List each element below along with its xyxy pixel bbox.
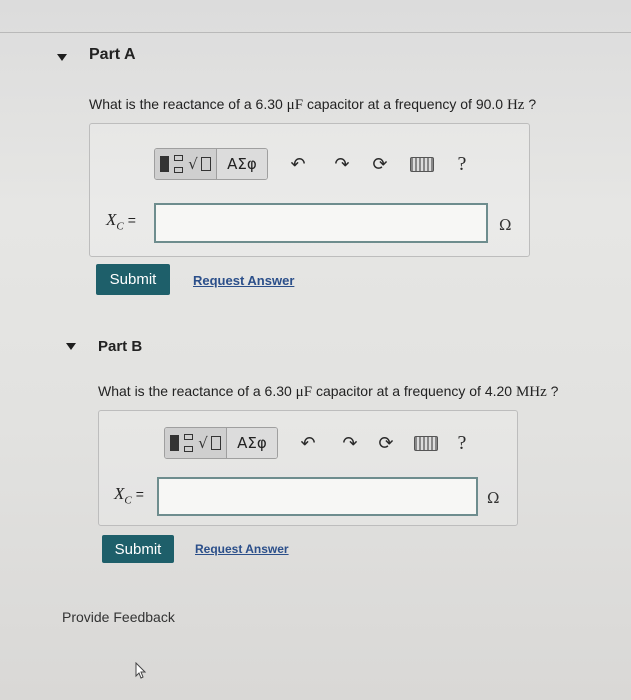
redo-icon[interactable]: ↷: [336, 428, 364, 458]
greek-symbols-button[interactable]: ΑΣφ: [227, 428, 277, 458]
part-b-answer-input[interactable]: [157, 477, 478, 516]
part-b-unit: Ω: [487, 489, 500, 507]
undo-icon[interactable]: ↶: [294, 428, 322, 458]
provide-feedback-link[interactable]: Provide Feedback: [62, 609, 175, 625]
collapse-caret-icon[interactable]: [57, 54, 67, 61]
redo-icon[interactable]: ↷: [328, 149, 356, 179]
block-icon: [160, 156, 170, 172]
templates-button[interactable]: √: [165, 428, 227, 458]
part-b-template-group: √ ΑΣφ: [164, 427, 278, 459]
part-b-submit-button[interactable]: Submit: [102, 535, 174, 563]
part-a-unit: Ω: [499, 216, 512, 234]
fraction-icon: [172, 155, 185, 173]
part-a-template-group: √ ΑΣφ: [154, 148, 268, 180]
part-b-request-answer-link[interactable]: Request Answer: [195, 542, 289, 556]
header-divider: [0, 32, 631, 33]
reset-icon[interactable]: ⟳: [366, 149, 394, 179]
part-b-title[interactable]: Part B: [98, 338, 142, 355]
keyboard-icon[interactable]: [408, 149, 436, 179]
part-b-variable-label: XC =: [114, 484, 144, 507]
templates-button[interactable]: √: [155, 149, 217, 179]
undo-icon[interactable]: ↶: [284, 149, 312, 179]
part-a-math-toolbar: √ ΑΣφ ↶ ↷ ⟳ ?: [154, 148, 476, 180]
part-a-question: What is the reactance of a 6.30 μF capac…: [89, 96, 537, 113]
square-box-icon: [210, 436, 221, 450]
square-box-icon: [200, 157, 211, 171]
greek-symbols-button[interactable]: ΑΣφ: [217, 149, 267, 179]
part-a-title[interactable]: Part A: [89, 46, 136, 64]
block-icon: [170, 435, 180, 451]
reset-icon[interactable]: ⟳: [372, 428, 400, 458]
part-a-variable-label: XC =: [106, 210, 136, 233]
help-icon[interactable]: ?: [448, 428, 476, 458]
part-a-request-answer-link[interactable]: Request Answer: [193, 273, 294, 288]
sqrt-icon: √: [188, 155, 198, 173]
help-icon[interactable]: ?: [448, 149, 476, 179]
mouse-cursor-icon: [135, 662, 147, 679]
keyboard-icon[interactable]: [412, 428, 440, 458]
part-a-submit-button[interactable]: Submit: [96, 264, 170, 295]
part-a-answer-input[interactable]: [154, 203, 488, 243]
collapse-caret-icon[interactable]: [66, 343, 76, 350]
sqrt-icon: √: [198, 434, 208, 452]
part-b-math-toolbar: √ ΑΣφ ↶ ↷ ⟳ ?: [164, 427, 476, 459]
part-b-question: What is the reactance of a 6.30 μF capac…: [98, 383, 559, 400]
fraction-icon: [182, 434, 195, 452]
